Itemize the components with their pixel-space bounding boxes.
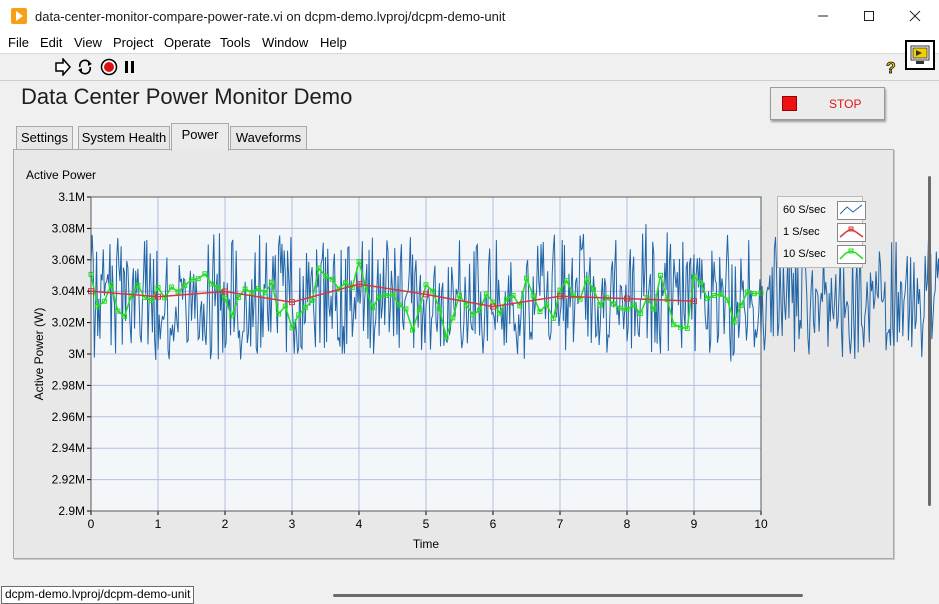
x-tick-label: 9 — [691, 517, 698, 531]
vertical-scrollbar[interactable] — [928, 176, 931, 506]
x-tick-label: 6 — [490, 517, 497, 531]
x-tick-label: 1 — [155, 517, 162, 531]
x-tick-label: 8 — [624, 517, 631, 531]
x-axis-label: Time — [413, 537, 440, 551]
x-tick-label: 2 — [222, 517, 229, 531]
legend-item-1[interactable]: 1 S/sec — [783, 223, 866, 243]
y-tick-label: 2.9M — [58, 504, 85, 518]
y-tick-label: 2.98M — [52, 378, 85, 392]
x-tick-label: 3 — [289, 517, 296, 531]
y-tick-label: 3.02M — [52, 316, 85, 330]
legend-swatch-60[interactable] — [837, 201, 866, 220]
horizontal-scrollbar[interactable] — [333, 594, 803, 597]
y-tick-label: 2.94M — [52, 441, 85, 455]
project-target-text: dcpm-demo.lvproj/dcpm-demo-unit — [5, 587, 191, 601]
x-tick-label: 10 — [754, 517, 768, 531]
y-tick-label: 3M — [68, 347, 85, 361]
y-tick-label: 3.06M — [52, 253, 85, 267]
legend-label-1: 1 S/sec — [783, 226, 820, 238]
x-tick-label: 4 — [356, 517, 363, 531]
y-tick-label: 3.08M — [52, 221, 85, 235]
legend-label-60: 60 S/sec — [783, 204, 826, 216]
legend-swatch-10[interactable] — [837, 245, 866, 264]
legend-label-10: 10 S/sec — [783, 248, 826, 260]
plot-legend: 60 S/sec 1 S/sec 10 S/sec — [777, 196, 866, 268]
legend-swatch-1[interactable] — [837, 223, 866, 242]
legend-item-60[interactable]: 60 S/sec — [783, 201, 866, 221]
project-target-status: dcpm-demo.lvproj/dcpm-demo-unit — [1, 586, 195, 604]
x-tick-label: 7 — [557, 517, 564, 531]
x-tick-label: 5 — [423, 517, 430, 531]
active-power-chart: 0 1 2 3 4 5 6 7 8 9 10 2.9M 2.92M 2.94M 2.96M 2.98M 3M 3.… — [32, 190, 939, 551]
tab-power[interactable]: Power — [171, 123, 229, 151]
y-tick-label: 2.92M — [52, 473, 85, 487]
x-tick-label: 0 — [88, 517, 95, 531]
y-tick-label: 2.96M — [52, 410, 85, 424]
y-tick-label: 3.04M — [52, 284, 85, 298]
y-axis-label: Active Power (W) — [32, 308, 46, 401]
y-tick-label: 3.1M — [58, 190, 85, 204]
legend-item-10[interactable]: 10 S/sec — [783, 245, 866, 265]
